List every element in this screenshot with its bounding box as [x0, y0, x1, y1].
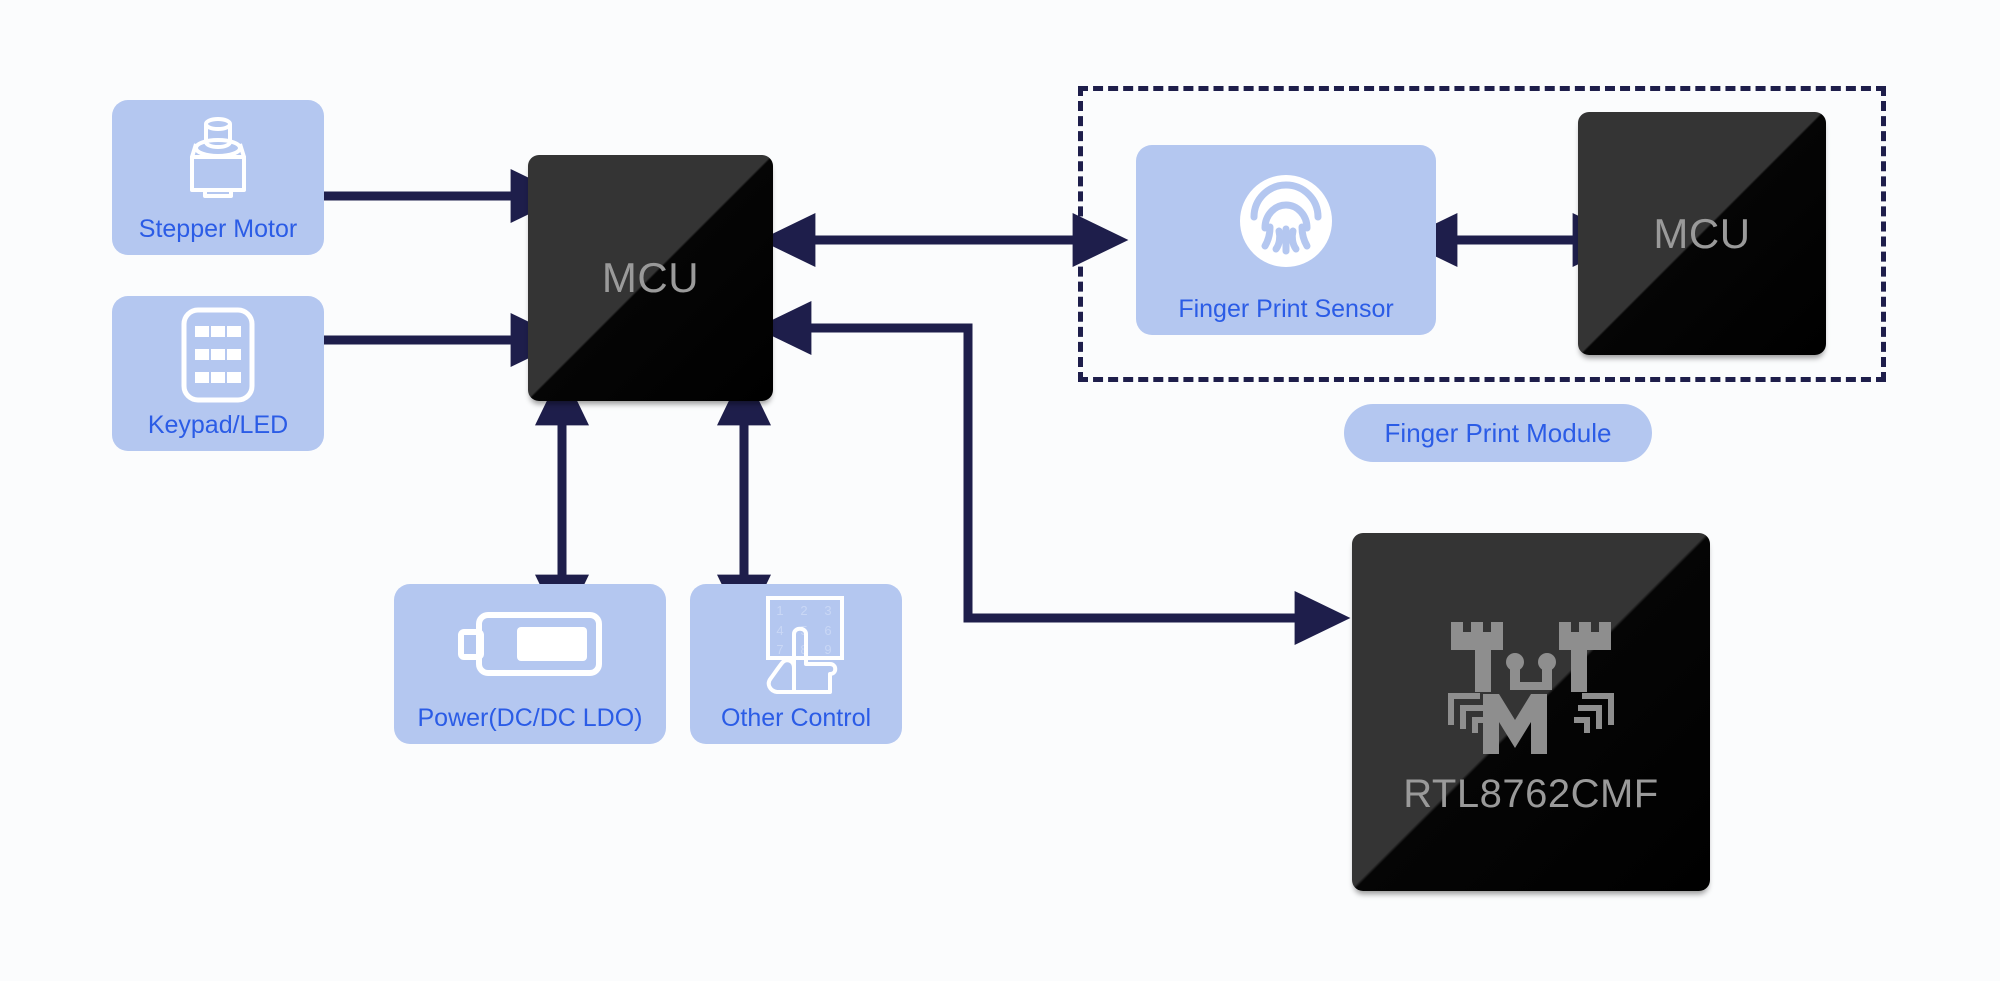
keypad-touch-icon: 123 456 789 — [690, 584, 902, 706]
stepper-motor-icon — [112, 100, 324, 217]
other-control-label: Other Control — [720, 704, 872, 732]
keypad-led-label: Keypad/LED — [147, 411, 289, 439]
mcu-main-label: MCU — [601, 254, 700, 301]
svg-text:4: 4 — [776, 623, 783, 638]
block-rtl8762cmf[interactable]: RTL8762CMF — [1352, 533, 1710, 891]
block-mcu-main[interactable]: MCU — [528, 155, 773, 401]
block-keypad-led[interactable]: Keypad/LED — [112, 296, 324, 451]
mcu-module-label: MCU — [1653, 209, 1751, 257]
block-mcu-module[interactable]: MCU — [1578, 112, 1826, 355]
fingerprint-icon — [1136, 145, 1436, 297]
svg-text:9: 9 — [824, 642, 831, 657]
finger-print-sensor-label: Finger Print Sensor — [1178, 295, 1394, 323]
svg-text:2: 2 — [800, 603, 807, 618]
svg-text:3: 3 — [824, 603, 831, 618]
block-stepper-motor[interactable]: Stepper Motor — [112, 100, 324, 255]
battery-icon — [394, 584, 666, 706]
diagram-canvas: Stepper Motor Keypad/LED MCU Power(DC/DC… — [0, 0, 2000, 981]
finger-print-module-label: Finger Print Module — [1384, 417, 1612, 448]
power-label: Power(DC/DC LDO) — [417, 704, 643, 732]
finger-print-module-pill: Finger Print Module — [1344, 404, 1652, 462]
stepper-motor-label: Stepper Motor — [138, 215, 298, 243]
svg-text:7: 7 — [776, 642, 783, 657]
rtl8762cmf-label: RTL8762CMF — [1403, 772, 1659, 816]
block-other-control[interactable]: 123 456 789 Other Control — [690, 584, 902, 744]
keypad-grid-icon — [112, 296, 324, 413]
block-power[interactable]: Power(DC/DC LDO) — [394, 584, 666, 744]
block-finger-print-sensor[interactable]: Finger Print Sensor — [1136, 145, 1436, 335]
realtek-logo-icon — [1431, 610, 1631, 770]
svg-text:6: 6 — [824, 623, 831, 638]
svg-text:1: 1 — [776, 603, 783, 618]
